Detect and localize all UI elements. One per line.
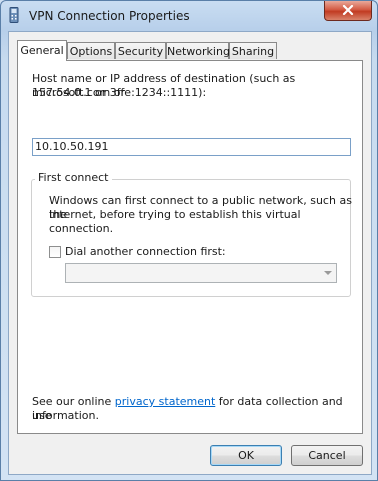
vpn-phone-icon: [9, 7, 19, 23]
dial-another-label[interactable]: Dial another connection first:: [65, 245, 226, 259]
host-address-input[interactable]: 10.10.50.191: [32, 138, 351, 156]
close-button[interactable]: [324, 1, 372, 21]
title-bar[interactable]: VPN Connection Properties: [1, 1, 377, 31]
cancel-button[interactable]: Cancel: [291, 445, 363, 466]
tab-options[interactable]: Options: [67, 42, 115, 59]
dial-another-checkbox[interactable]: [49, 246, 61, 258]
dialog-client-area: General Options Security Networking Shar…: [8, 31, 372, 475]
tab-networking[interactable]: Networking: [166, 42, 230, 59]
host-label-line2: 157.54.0.1 or 3ffe:1234::1111):: [32, 86, 207, 99]
privacy-text-line2: information.: [32, 409, 99, 422]
first-connect-title: First connect: [35, 171, 112, 184]
tab-general[interactable]: General: [17, 40, 67, 61]
first-connect-description-line2: Internet, before trying to establish thi…: [49, 208, 301, 235]
general-tab-panel: Host name or IP address of destination (…: [17, 60, 363, 434]
window-title: VPN Connection Properties: [29, 9, 190, 23]
chevron-down-icon: [324, 271, 332, 275]
privacy-prefix: See our online: [32, 395, 115, 408]
close-icon: [342, 5, 354, 15]
tab-sharing[interactable]: Sharing: [229, 42, 277, 59]
tab-security[interactable]: Security: [115, 42, 166, 59]
privacy-statement-link[interactable]: privacy statement: [115, 395, 216, 408]
dial-connection-combo[interactable]: [65, 263, 337, 283]
ok-button[interactable]: OK: [210, 445, 282, 466]
dialog-window: VPN Connection Properties General Option…: [0, 0, 378, 481]
